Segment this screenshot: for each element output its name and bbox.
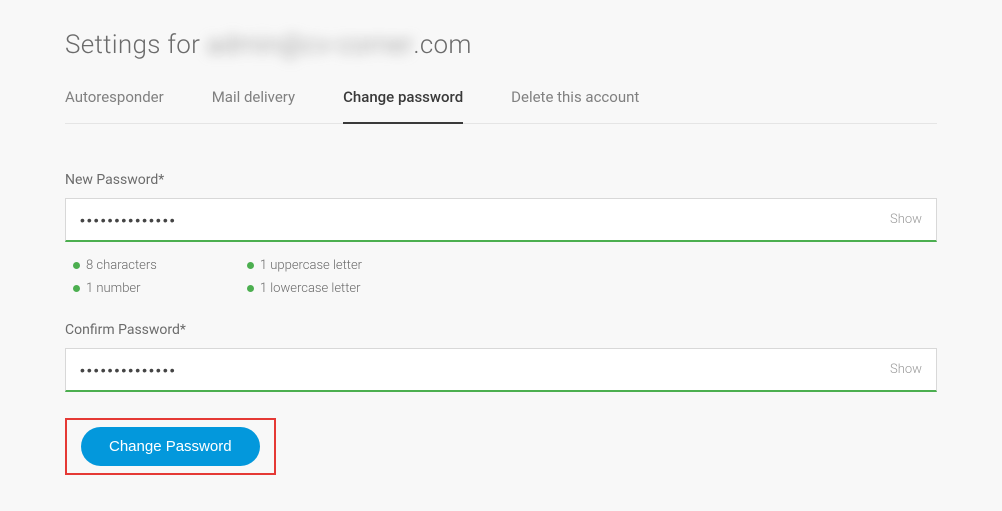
req-characters-label: 8 characters: [86, 258, 157, 273]
new-password-input-wrapper: Show: [65, 198, 937, 242]
new-password-input[interactable]: [66, 199, 876, 240]
confirm-password-input-wrapper: Show: [65, 348, 937, 392]
req-number: 1 number: [73, 281, 157, 296]
confirm-password-field-group: Confirm Password* Show: [65, 322, 937, 392]
req-uppercase-label: 1 uppercase letter: [260, 258, 362, 273]
confirm-password-show-toggle[interactable]: Show: [876, 362, 936, 377]
req-lowercase: 1 lowercase letter: [247, 281, 362, 296]
req-number-label: 1 number: [86, 281, 141, 296]
check-dot-icon: [247, 285, 254, 292]
title-prefix: Settings for: [65, 30, 207, 60]
new-password-label: New Password*: [65, 172, 937, 188]
title-email-blurred: admin@cv-corner: [207, 30, 413, 60]
tab-mail-delivery[interactable]: Mail delivery: [212, 88, 295, 123]
highlight-box: Change Password: [65, 418, 276, 475]
req-characters: 8 characters: [73, 258, 157, 273]
new-password-show-toggle[interactable]: Show: [876, 212, 936, 227]
tab-change-password[interactable]: Change password: [343, 88, 463, 124]
confirm-password-input[interactable]: [66, 349, 876, 390]
change-password-button[interactable]: Change Password: [81, 427, 260, 466]
tab-bar: Autoresponder Mail delivery Change passw…: [65, 88, 937, 124]
check-dot-icon: [73, 285, 80, 292]
req-lowercase-label: 1 lowercase letter: [260, 281, 361, 296]
confirm-password-label: Confirm Password*: [65, 322, 937, 338]
new-password-field-group: New Password* Show: [65, 172, 937, 242]
title-suffix: .com: [413, 30, 471, 60]
tab-autoresponder[interactable]: Autoresponder: [65, 88, 164, 123]
check-dot-icon: [247, 262, 254, 269]
page-title: Settings for admin@cv-corner.com: [65, 30, 937, 60]
req-uppercase: 1 uppercase letter: [247, 258, 362, 273]
check-dot-icon: [73, 262, 80, 269]
tab-delete-account[interactable]: Delete this account: [511, 88, 639, 123]
password-requirements: 8 characters 1 number 1 uppercase letter…: [73, 258, 937, 296]
